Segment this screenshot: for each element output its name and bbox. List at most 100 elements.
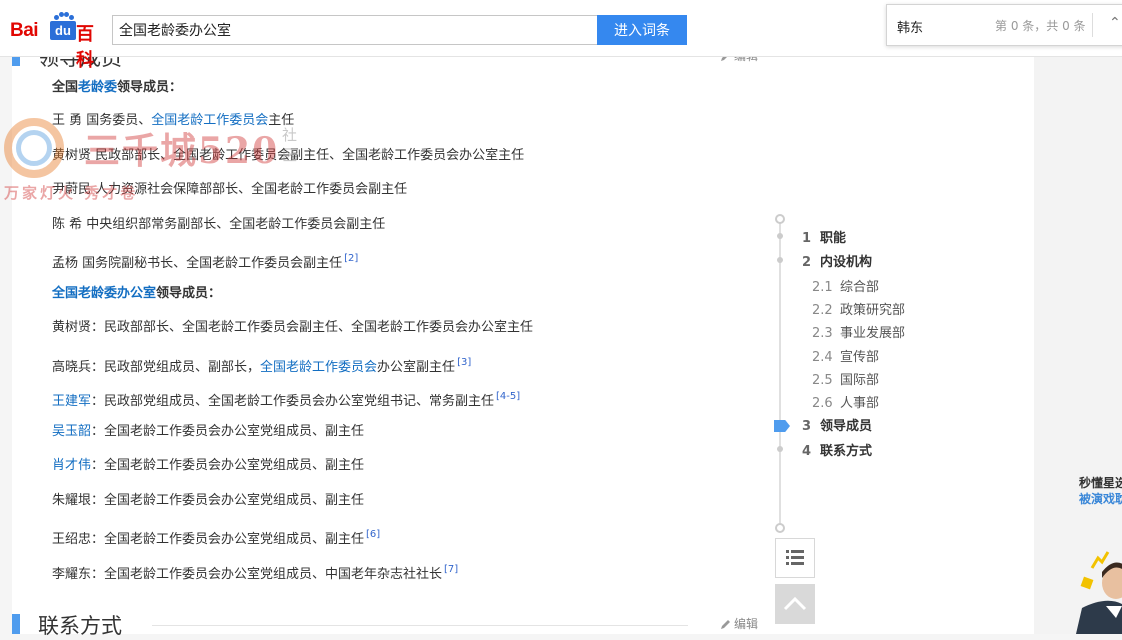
- toc-item-num: 2.3: [812, 326, 833, 341]
- toc-tick: [777, 257, 783, 263]
- member-row: 李耀东：全国老龄工作委员会办公室党组成员、中国老年杂志社社长 [7]: [52, 561, 458, 584]
- toc-item-publicity[interactable]: 2.4 宣传部: [812, 346, 879, 365]
- member-desc: ：全国老龄工作委员会办公室党组成员、副主任: [91, 532, 365, 547]
- member-desc: ：民政部党组成员、副部长，: [91, 360, 261, 375]
- member-name: 黄树贤: [52, 320, 92, 335]
- toc-item-policy[interactable]: 2.2 政策研究部: [812, 299, 905, 318]
- toc-toggle-button[interactable]: [775, 538, 815, 578]
- toc-item-num: 1: [802, 231, 812, 246]
- heading-suffix: 领导成员：: [156, 286, 222, 301]
- member-row: 吴玉韶：全国老龄工作委员会办公室党组成员、副主任: [52, 423, 364, 441]
- member-name: 黄树贤: [52, 148, 92, 163]
- baidu-baike-logo[interactable]: Bai du 百科: [10, 12, 105, 71]
- table-of-contents: 1 职能 2 内设机构 2.1 综合部 2.2 政策研究部 2.3 事业发展部 2.4 宣传…: [760, 210, 960, 540]
- toc-item-num: 2.6: [812, 396, 833, 411]
- member-name: 陈 希: [52, 217, 83, 232]
- member-desc: 中央组织部常务副部长、全国老龄工作委员会副主任: [82, 217, 386, 232]
- toc-track: [779, 218, 781, 528]
- member-desc-suffix: 主任: [268, 113, 295, 128]
- heading-suffix: 领导成员：: [117, 80, 183, 95]
- ad-subtitle: 被演戏耽: [1079, 492, 1122, 506]
- section-marker: [12, 614, 20, 634]
- reference-link[interactable]: [7]: [444, 564, 458, 575]
- member-row: 尹蔚民 人力资源社会保障部部长、全国老龄工作委员会副主任: [52, 181, 407, 199]
- toc-item-contact[interactable]: 4 联系方式: [802, 440, 872, 459]
- member-name: 孟杨: [52, 256, 79, 271]
- find-query-input[interactable]: 韩东: [897, 17, 923, 36]
- member-desc: 人力资源社会保障部部长、全国老龄工作委员会副主任: [91, 182, 408, 197]
- list-icon: [786, 550, 804, 565]
- member-name-link[interactable]: 肖才伟: [52, 458, 91, 473]
- find-in-page-box: 韩东 第 0 条，共 0 条 ⌃: [886, 4, 1122, 46]
- reference-link[interactable]: [4-5]: [496, 391, 520, 402]
- edit-link[interactable]: 编辑: [720, 615, 758, 632]
- reference-link[interactable]: [6]: [366, 529, 380, 540]
- toc-item-num: 2.2: [812, 303, 833, 318]
- toc-item-functions[interactable]: 1 职能: [802, 227, 846, 246]
- member-name: 尹蔚民: [52, 182, 92, 197]
- reference-link[interactable]: [3]: [457, 357, 471, 368]
- toc-item-num: 4: [802, 444, 812, 459]
- edit-label: 编辑: [733, 617, 758, 631]
- toc-start-dot: [775, 214, 785, 224]
- toc-active-marker-icon: [774, 420, 790, 432]
- toc-tick: [777, 446, 783, 452]
- find-divider: [1092, 13, 1093, 37]
- member-name: 李耀东: [52, 567, 92, 582]
- reference-link[interactable]: [2]: [344, 253, 358, 264]
- toc-item-departments[interactable]: 2 内设机构: [802, 251, 872, 270]
- find-result-count: 第 0 条，共 0 条: [995, 19, 1086, 33]
- member-row: 孟杨 国务院副秘书长、全国老龄工作委员会副主任 [2]: [52, 250, 358, 273]
- member-desc: ：全国老龄工作委员会办公室党组成员、副主任: [91, 458, 365, 473]
- toc-tick: [777, 233, 783, 239]
- section-title: 联系方式: [38, 614, 122, 638]
- member-name-link[interactable]: 吴玉韶: [52, 424, 91, 439]
- chevron-up-icon: [783, 596, 807, 611]
- toc-item-label: 领导成员: [820, 419, 873, 434]
- member-row: 王绍忠：全国老龄工作委员会办公室党组成员、副主任 [6]: [52, 526, 380, 549]
- toc-item-label: 政策研究部: [840, 303, 906, 318]
- member-desc: ：民政部部长、全国老龄工作委员会副主任、全国老龄工作委员会办公室主任: [91, 320, 534, 335]
- toc-item-label: 综合部: [840, 280, 880, 295]
- member-link[interactable]: 全国老龄工作委员会: [151, 113, 268, 128]
- heading-prefix: 全国: [52, 80, 79, 95]
- office-heading: 全国老龄委办公室领导成员：: [52, 285, 221, 303]
- toc-item-personnel[interactable]: 2.6 人事部: [812, 392, 879, 411]
- member-desc: 民政部部长、全国老龄工作委员会副主任、全国老龄工作委员会办公室主任: [91, 148, 525, 163]
- ad-banner[interactable]: 秒懂星选 被演戏耽: [1076, 470, 1122, 634]
- enter-entry-button[interactable]: 进入词条: [597, 15, 687, 45]
- toc-item-label: 人事部: [840, 396, 880, 411]
- ad-title: 秒懂星选: [1079, 476, 1122, 490]
- logo-text-baike: 百科: [76, 24, 94, 71]
- member-desc: 国务院副秘书长、全国老龄工作委员会副主任: [78, 256, 343, 271]
- toc-item-leaders[interactable]: 3 领导成员: [802, 415, 872, 434]
- member-desc-suffix: 办公室副主任: [377, 360, 456, 375]
- member-desc: ：全国老龄工作委员会办公室党组成员、副主任: [91, 493, 365, 508]
- logo-text-du: du: [50, 21, 76, 40]
- toc-item-num: 3: [802, 419, 812, 434]
- toc-item-international[interactable]: 2.5 国际部: [812, 369, 879, 388]
- ad-person-image: [1076, 551, 1122, 634]
- toc-end-dot: [775, 523, 785, 533]
- back-to-top-button[interactable]: [775, 584, 815, 624]
- member-desc: ：全国老龄工作委员会办公室党组成员、中国老年杂志社社长: [91, 567, 443, 582]
- toc-item-num: 2: [802, 255, 812, 270]
- member-row: 王建军：民政部党组成员、全国老龄工作委员会办公室党组书记、常务副主任 [4-5]: [52, 388, 520, 411]
- office-link[interactable]: 全国老龄委办公室: [52, 286, 156, 301]
- toc-item-development[interactable]: 2.3 事业发展部: [812, 322, 905, 341]
- laolingwei-link[interactable]: 老龄委: [78, 80, 117, 95]
- logo-text-bai: Bai: [10, 20, 39, 41]
- member-row: 陈 希 中央组织部常务副部长、全国老龄工作委员会副主任: [52, 216, 385, 234]
- toc-item-label: 事业发展部: [840, 326, 906, 341]
- member-name: 王绍忠: [52, 532, 92, 547]
- member-name: 王 勇: [52, 113, 83, 128]
- member-row: 朱耀垠：全国老龄工作委员会办公室党组成员、副主任: [52, 492, 364, 510]
- member-link[interactable]: 全国老龄工作委员会: [260, 360, 377, 375]
- search-input[interactable]: [112, 15, 600, 45]
- member-name-link[interactable]: 王建军: [52, 394, 91, 409]
- member-desc: 国务委员、: [82, 113, 152, 128]
- pencil-icon: [720, 620, 730, 629]
- toc-item-general[interactable]: 2.1 综合部: [812, 276, 879, 295]
- member-name: 朱耀垠: [52, 493, 92, 508]
- find-prev-icon[interactable]: ⌃: [1109, 15, 1121, 31]
